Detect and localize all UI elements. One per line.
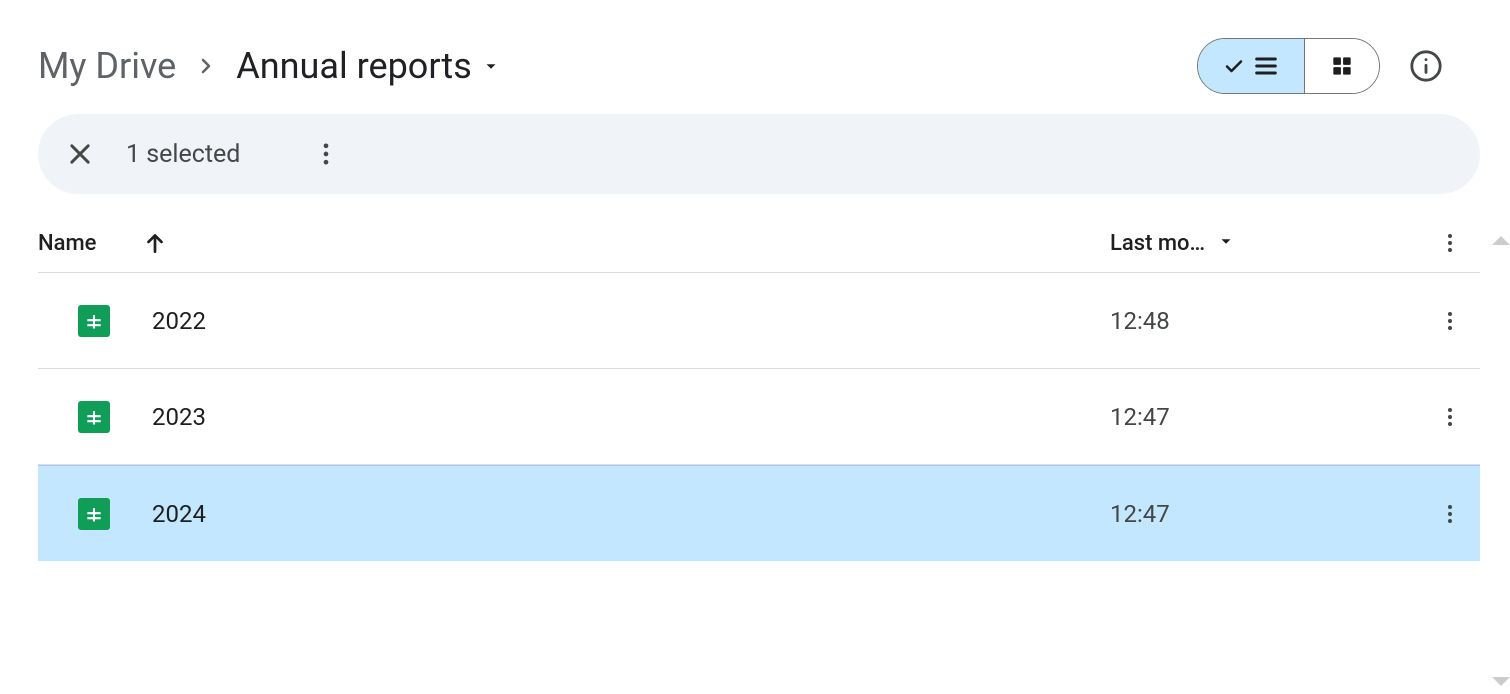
clear-selection-button[interactable] — [60, 134, 100, 174]
file-modified: 12:47 — [1110, 403, 1420, 431]
file-more-button[interactable] — [1420, 309, 1480, 333]
view-toggle — [1197, 38, 1381, 94]
more-vert-icon — [1438, 502, 1462, 526]
sheets-icon — [78, 498, 110, 530]
info-icon — [1409, 49, 1443, 83]
close-icon — [66, 140, 94, 168]
column-options-button[interactable] — [1420, 231, 1480, 255]
file-name: 2024 — [152, 500, 1110, 528]
info-button[interactable] — [1408, 48, 1444, 84]
breadcrumb: My Drive Annual reports — [38, 45, 500, 87]
column-name-label[interactable]: Name — [38, 231, 96, 256]
scroll-up-marker[interactable] — [1492, 236, 1510, 245]
sheets-icon — [78, 305, 110, 337]
table-header: Name Last mo… — [38, 220, 1480, 273]
file-more-button[interactable] — [1420, 405, 1480, 429]
column-name: Name — [38, 230, 1110, 256]
header-actions — [1197, 38, 1481, 94]
list-view-button[interactable] — [1198, 39, 1304, 93]
file-modified: 12:48 — [1110, 307, 1420, 335]
column-modified-label[interactable]: Last mo… — [1110, 231, 1205, 256]
table-row[interactable]: 2024 12:47 — [38, 465, 1480, 561]
caret-down-icon — [482, 57, 500, 75]
more-vert-icon — [1438, 309, 1462, 333]
column-modified: Last mo… — [1110, 231, 1420, 256]
list-icon — [1252, 52, 1280, 80]
selection-more-button[interactable] — [306, 134, 346, 174]
scroll-down-marker[interactable] — [1492, 677, 1510, 686]
file-name: 2022 — [152, 307, 1110, 335]
grid-view-button[interactable] — [1305, 39, 1379, 93]
file-icon-cell — [38, 401, 152, 433]
file-icon-cell — [38, 498, 152, 530]
selection-count-label: 1 selected — [126, 140, 240, 169]
file-modified: 12:47 — [1110, 500, 1420, 528]
file-more-button[interactable] — [1420, 502, 1480, 526]
sheets-icon — [78, 401, 110, 433]
chevron-right-icon — [194, 54, 218, 78]
file-icon-cell — [38, 305, 152, 337]
sort-ascending-icon[interactable] — [142, 230, 168, 256]
file-table: Name Last mo… 2022 12:48 — [38, 220, 1480, 561]
table-row[interactable]: 2023 12:47 — [38, 369, 1480, 465]
header-row: My Drive Annual reports — [38, 0, 1480, 114]
breadcrumb-current-label: Annual reports — [236, 45, 472, 87]
table-row[interactable]: 2022 12:48 — [38, 273, 1480, 369]
breadcrumb-current[interactable]: Annual reports — [236, 45, 500, 87]
check-icon — [1222, 54, 1246, 78]
more-vert-icon — [312, 140, 340, 168]
more-vert-icon — [1438, 405, 1462, 429]
selection-bar: 1 selected — [38, 114, 1480, 194]
dropdown-caret-icon[interactable] — [1217, 231, 1235, 256]
grid-icon — [1329, 53, 1355, 79]
more-vert-icon — [1438, 231, 1462, 255]
file-name: 2023 — [152, 403, 1110, 431]
breadcrumb-root[interactable]: My Drive — [38, 45, 176, 87]
